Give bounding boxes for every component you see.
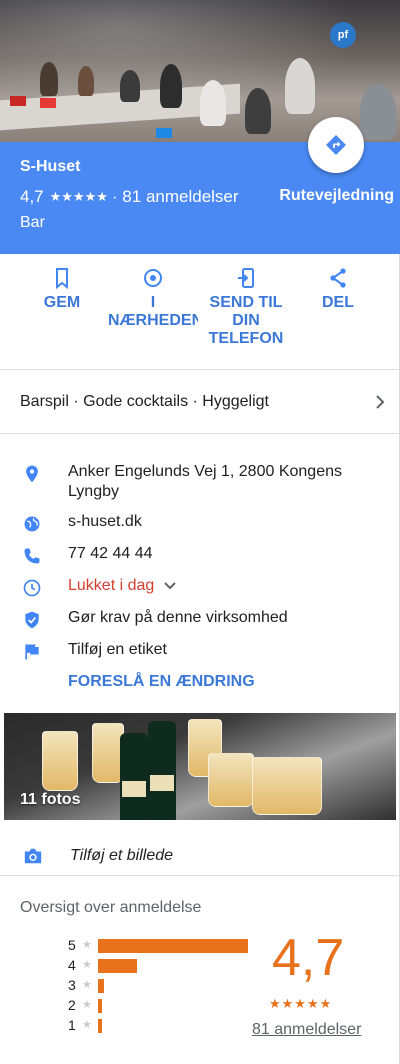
save-label: GEM	[43, 294, 81, 311]
average-score: 4,7	[272, 929, 345, 987]
send-to-phone-button[interactable]: SEND TIL DIN TELEFON	[200, 266, 292, 348]
suggest-edit-link[interactable]: FORESLÅ EN ÆNDRING	[68, 673, 255, 691]
phone-number[interactable]: 77 42 44 44	[68, 544, 388, 564]
photos-thumbnail[interactable]: 11 fotos	[4, 713, 396, 820]
reviews-count: · 81 anmeldelser	[111, 187, 239, 206]
flag-icon	[25, 644, 39, 660]
rating-bar-row: 5 ★	[68, 937, 248, 954]
star-icon: ★	[82, 959, 92, 971]
hero-person	[78, 66, 94, 96]
rating-bar	[98, 979, 104, 993]
rating-bar-label: 4	[68, 957, 76, 973]
rating-bar-label: 2	[68, 997, 76, 1013]
hero-person	[40, 62, 58, 96]
save-button[interactable]: GEM	[16, 266, 108, 312]
location-pin-icon	[26, 465, 38, 483]
camera-icon	[24, 848, 42, 864]
star-icon: ★	[82, 999, 92, 1011]
hero-sign: pf	[330, 22, 356, 48]
rating-summary[interactable]: 4,7 ★★★★★ · 81 anmeldelser	[20, 187, 239, 207]
attributes-row[interactable]: Barspil · Gode cocktails · Hyggeligt	[0, 370, 400, 434]
hero-flag	[10, 96, 26, 106]
rating-bar-row: 1 ★	[68, 1017, 248, 1034]
phone-row[interactable]: 77 42 44 44	[0, 544, 400, 568]
photo-count: 11 fotos	[20, 791, 81, 808]
hero-person	[285, 58, 315, 114]
rating-bar-label: 3	[68, 977, 76, 993]
address-row[interactable]: Anker Engelunds Vej 1, 2800 Kongens Lyng…	[0, 462, 400, 506]
rating-bar	[98, 939, 248, 953]
share-button[interactable]: DEL	[292, 266, 384, 312]
reviews-link[interactable]: 81 anmeldelser	[252, 1021, 361, 1039]
beer-glass	[42, 731, 78, 791]
beer-glass	[208, 753, 254, 807]
place-panel: pf S-Huset 4,7 ★★★★★ · 81 anmeldelser Ba…	[0, 0, 400, 1064]
nearby-button[interactable]: I NÆRHEDEN	[108, 266, 198, 330]
rating-stars-icon: ★★★★★	[49, 189, 108, 204]
add-photo-row[interactable]: Tilføj et billede	[0, 838, 400, 876]
star-icon: ★	[82, 1019, 92, 1031]
hero-person	[120, 70, 140, 102]
hero-person	[245, 88, 271, 134]
claim-business-row[interactable]: Gør krav på denne virksomhed	[0, 608, 400, 632]
hours-text: Lukket i dag	[68, 577, 155, 594]
average-stars-icon: ★★★★★	[269, 996, 333, 1011]
hero-person	[360, 84, 396, 140]
verified-shield-icon	[25, 611, 39, 629]
review-summary-title: Oversigt over anmeldelse	[20, 899, 202, 916]
rating-bar	[98, 999, 102, 1013]
send-to-phone-icon	[238, 268, 254, 288]
chevron-down-icon[interactable]	[163, 581, 177, 591]
clock-icon	[23, 579, 41, 597]
beer-glass	[252, 757, 322, 815]
bottle-label	[122, 781, 146, 797]
globe-icon	[24, 516, 40, 532]
rating-bar-row: 4 ★	[68, 957, 248, 974]
rating-bar-row: 2 ★	[68, 997, 248, 1014]
send-to-phone-label: SEND TIL DIN TELEFON	[208, 294, 284, 347]
rating-bar-label: 1	[68, 1017, 76, 1033]
rating-value: 4,7	[20, 187, 44, 206]
hero-flag	[156, 128, 172, 138]
beer-bottle	[148, 721, 176, 820]
rating-bar-row: 3 ★	[68, 977, 248, 994]
directions-label[interactable]: Rutevejledning	[279, 187, 394, 205]
beer-bottle	[120, 733, 148, 820]
website-row[interactable]: s-huset.dk	[0, 512, 400, 536]
hero-person	[160, 64, 182, 108]
chevron-right-icon	[376, 395, 385, 409]
rating-bar-label: 5	[68, 937, 76, 953]
directions-icon	[326, 135, 346, 155]
add-photo-label: Tilføj et billede	[70, 847, 174, 864]
website-link[interactable]: s-huset.dk	[68, 512, 388, 532]
address-text: Anker Engelunds Vej 1, 2800 Kongens Lyng…	[68, 463, 342, 500]
star-icon: ★	[82, 979, 92, 991]
directions-button[interactable]	[308, 117, 364, 173]
hero-person	[200, 80, 226, 126]
hours-status: Lukket i dag	[68, 576, 388, 596]
rating-bar	[98, 959, 137, 973]
bottle-label	[150, 775, 174, 791]
star-icon: ★	[82, 939, 92, 951]
place-category[interactable]: Bar	[20, 214, 45, 232]
place-name: S-Huset	[20, 158, 81, 175]
phone-icon	[24, 548, 40, 564]
hours-row[interactable]: Lukket i dag	[0, 576, 400, 600]
claim-business-text: Gør krav på denne virksomhed	[68, 609, 288, 626]
attributes-text: Barspil · Gode cocktails · Hyggeligt	[20, 393, 269, 410]
hero-flag	[40, 98, 56, 108]
action-bar: GEM I NÆRHEDEN SEND TIL DIN TELEFON DEL	[0, 254, 400, 370]
share-icon	[330, 268, 346, 288]
add-label-text: Tilføj en etiket	[68, 641, 167, 658]
nearby-label: I NÆRHEDEN	[108, 294, 198, 329]
share-label: DEL	[322, 294, 354, 311]
nearby-pin-icon	[144, 269, 162, 287]
bookmark-icon	[56, 268, 68, 290]
rating-bar	[98, 1019, 102, 1033]
add-label-row[interactable]: Tilføj en etiket	[0, 640, 400, 664]
